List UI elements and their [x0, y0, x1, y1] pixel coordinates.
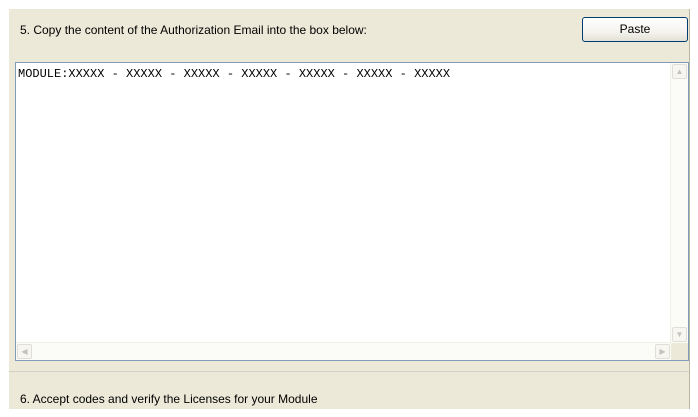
vertical-scrollbar[interactable]: ▲ ▼ — [670, 63, 688, 343]
step-6-label: 6. Accept codes and verify the Licenses … — [20, 392, 318, 406]
paste-button[interactable]: Paste — [582, 17, 688, 42]
scroll-left-icon[interactable]: ◀ — [17, 344, 32, 359]
scroll-down-icon[interactable]: ▼ — [672, 327, 687, 342]
authorization-email-text: MODULE:XXXXX - XXXXX - XXXXX - XXXXX - X… — [18, 67, 451, 81]
horizontal-scrollbar[interactable]: ◀ ▶ — [16, 342, 671, 360]
step-6-bar: 6. Accept codes and verify the Licenses … — [9, 371, 689, 410]
scrollbar-corner — [671, 343, 688, 360]
step-5-label: 5. Copy the content of the Authorization… — [20, 23, 367, 37]
scroll-right-icon[interactable]: ▶ — [655, 344, 670, 359]
scroll-up-icon[interactable]: ▲ — [672, 64, 687, 79]
authorization-email-textbox[interactable]: MODULE:XXXXX - XXXXX - XXXXX - XXXXX - X… — [15, 62, 689, 361]
authorization-panel: 5. Copy the content of the Authorization… — [9, 9, 690, 409]
